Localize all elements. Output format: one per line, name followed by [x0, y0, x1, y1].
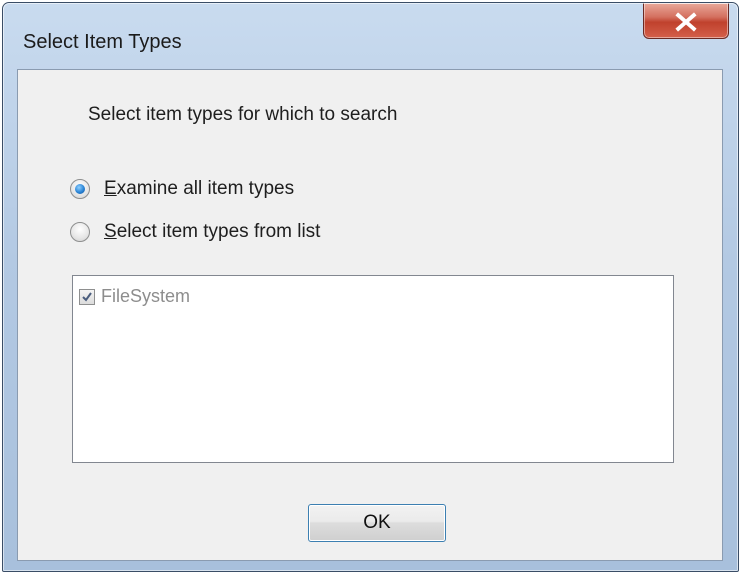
item-types-list[interactable]: FileSystem [72, 275, 674, 463]
ok-button[interactable]: OK [308, 504, 446, 542]
radio-examine-all[interactable] [70, 179, 90, 199]
option-examine-all[interactable]: Examine all item types [70, 176, 294, 202]
close-icon [675, 12, 697, 32]
radio-label-examine-all[interactable]: Examine all item types [104, 178, 294, 200]
instruction-text: Select item types for which to search [88, 104, 398, 125]
window-title: Select Item Types [23, 31, 182, 53]
radio-select-from-list[interactable] [70, 222, 90, 242]
close-button[interactable] [643, 3, 729, 39]
dialog-window: Select Item Types Select item types for … [2, 2, 739, 572]
checkbox-filesystem[interactable] [79, 288, 95, 305]
check-icon [82, 291, 92, 302]
item-label-filesystem: FileSystem [101, 286, 191, 306]
list-item[interactable]: FileSystem [79, 286, 190, 307]
option-select-from-list[interactable]: Select item types from list [70, 219, 320, 245]
dialog-body: Select item types for which to search Ex… [17, 69, 723, 561]
radio-label-select-from-list[interactable]: Select item types from list [104, 221, 320, 243]
